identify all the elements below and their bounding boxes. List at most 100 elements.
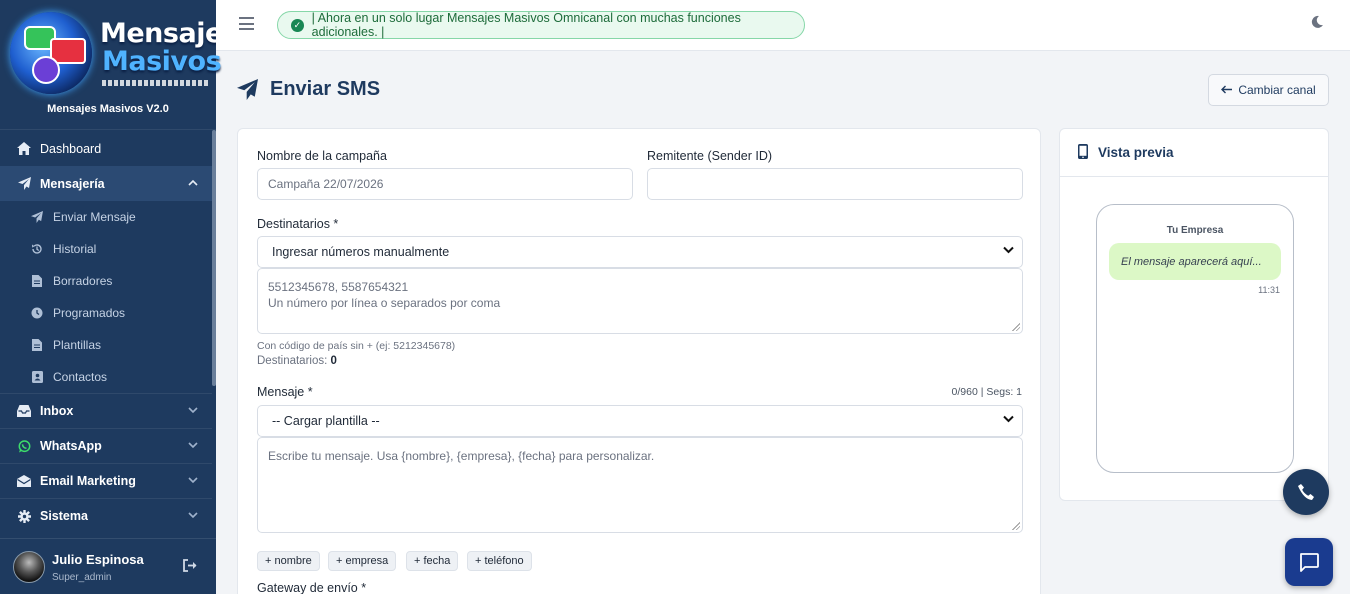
inbox-icon: [16, 403, 32, 419]
recipients-source-select[interactable]: Ingresar números manualmente: [257, 236, 1023, 268]
page-title: Enviar SMS: [237, 78, 380, 101]
recipients-label: Destinatarios *: [257, 217, 339, 231]
message-char-counter: 0/960 | Segs: 1: [951, 386, 1022, 398]
brand-version: Mensajes Masivos V2.0: [47, 103, 169, 115]
gateway-label: Gateway de envío *: [257, 581, 367, 594]
recipients-placeholder-line1: 5512345678, 5587654321: [268, 280, 409, 294]
change-channel-button[interactable]: Cambiar canal: [1208, 74, 1329, 106]
insert-empresa-chip[interactable]: + empresa: [328, 551, 397, 571]
sidebar-subitem-label: Borradores: [53, 274, 113, 288]
template-select-value: -- Cargar plantilla --: [272, 414, 380, 428]
sidebar-scrollbar[interactable]: [212, 130, 216, 386]
call-button[interactable]: [1283, 469, 1329, 515]
insert-telefono-chip[interactable]: + teléfono: [467, 551, 532, 571]
campaign-name-label: Nombre de la campaña: [257, 149, 387, 163]
phone-mockup: Tu Empresa El mensaje aparecerá aquí... …: [1096, 204, 1294, 473]
sidebar-subitem-label: Enviar Mensaje: [53, 210, 136, 224]
recipients-source-value: Ingresar números manualmente: [272, 245, 450, 259]
paper-plane-icon: [237, 78, 259, 101]
chevron-down-icon: [188, 475, 198, 487]
brand: Mensajes Masivos Mensajes Masivos V2.0: [0, 0, 239, 130]
clock-icon: [30, 306, 44, 320]
sidebar-item-label: Email Marketing: [40, 474, 136, 488]
sidebar-subitem-plantillas[interactable]: Plantillas: [0, 329, 212, 361]
sidebar-subitem-label: Historial: [53, 242, 97, 256]
sidebar-subitem-label: Contactos: [53, 370, 108, 384]
template-select[interactable]: -- Cargar plantilla --: [257, 405, 1023, 437]
sidebar-item-label: WhatsApp: [40, 439, 102, 453]
sender-id-label: Remitente (Sender ID): [647, 149, 773, 163]
preview-message-bubble: El mensaje aparecerá aquí...: [1109, 243, 1281, 280]
chevron-down-icon: [188, 405, 198, 417]
dark-mode-toggle-icon[interactable]: [1310, 15, 1324, 34]
whatsapp-icon: [16, 438, 32, 454]
sms-form-card: Nombre de la campaña Campaña 22/07/2026 …: [237, 128, 1041, 594]
user-name: Julio Espinosa: [52, 552, 144, 567]
preview-card: Vista previa Tu Empresa El mensaje apare…: [1059, 128, 1329, 501]
message-textarea[interactable]: Escribe tu mensaje. Usa {nombre}, {empre…: [257, 437, 1023, 533]
preview-header: Vista previa: [1060, 129, 1328, 177]
paper-plane-icon: [16, 176, 32, 192]
chat-widget-button[interactable]: [1285, 538, 1333, 586]
gear-icon: [16, 508, 32, 524]
mobile-phone-icon: [1078, 143, 1088, 162]
campaign-name-input[interactable]: Campaña 22/07/2026: [257, 168, 633, 200]
resize-grip-icon[interactable]: [1012, 323, 1020, 331]
sidebar-subitem-enviar-mensaje[interactable]: Enviar Mensaje: [0, 201, 212, 233]
sidebar-subitem-historial[interactable]: Historial: [0, 233, 212, 265]
sidebar-subitem-label: Plantillas: [53, 338, 102, 352]
recipients-textarea[interactable]: 5512345678, 5587654321 Un número por lín…: [257, 268, 1023, 334]
recipients-count-label: Destinatarios:: [257, 355, 328, 367]
logo-tagline: [102, 80, 208, 86]
sidebar-subitem-label: Programados: [53, 306, 126, 320]
sidebar-item-dashboard[interactable]: Dashboard: [0, 131, 212, 166]
file-icon: [30, 338, 44, 352]
logo-text-line2: Masivos: [102, 46, 222, 77]
page-title-text: Enviar SMS: [270, 78, 381, 100]
resize-grip-icon[interactable]: [1012, 522, 1020, 530]
history-icon: [30, 242, 44, 256]
announcement-banner: ✓ | Ahora en un solo lugar Mensajes Masi…: [277, 11, 805, 39]
logout-icon[interactable]: [183, 559, 198, 575]
chat-bubble-icon: [1300, 553, 1319, 572]
change-channel-label: Cambiar canal: [1238, 83, 1316, 97]
sidebar-subitem-contactos[interactable]: Contactos: [0, 361, 212, 393]
sender-id-input[interactable]: [647, 168, 1023, 200]
avatar[interactable]: [13, 551, 45, 583]
sidebar-item-mensajeria[interactable]: Mensajería: [0, 166, 212, 201]
insert-nombre-chip[interactable]: + nombre: [257, 551, 320, 571]
recipients-placeholder-line2: Un número por línea o separados por coma: [268, 296, 501, 310]
sidebar-item-sistema[interactable]: Sistema: [0, 498, 212, 533]
message-label: Mensaje *: [257, 385, 313, 399]
chevron-down-icon: [1003, 415, 1014, 426]
chevron-up-icon: [188, 177, 198, 189]
sidebar-subitem-borradores[interactable]: Borradores: [0, 265, 212, 297]
phone-icon: [32, 56, 60, 84]
paper-plane-icon: [30, 210, 44, 224]
logo[interactable]: Mensajes Masivos: [10, 12, 239, 94]
sidebar-subitem-programados[interactable]: Programados: [0, 297, 212, 329]
chevron-down-icon: [188, 510, 198, 522]
sidebar-item-whatsapp[interactable]: WhatsApp: [0, 428, 212, 463]
message-placeholder: Escribe tu mensaje. Usa {nombre}, {empre…: [268, 449, 655, 463]
sidebar-item-inbox[interactable]: Inbox: [0, 393, 212, 428]
preview-title: Vista previa: [1098, 145, 1174, 160]
home-icon: [16, 141, 32, 157]
country-code-hint: Con código de país sin + (ej: 5212345678…: [257, 340, 456, 352]
preview-company-name: Tu Empresa: [1166, 225, 1224, 236]
hamburger-menu-icon[interactable]: [239, 17, 254, 30]
insert-fecha-chip[interactable]: + fecha: [406, 551, 459, 571]
recipients-count: Destinatarios: 0: [257, 355, 337, 367]
sidebar-item-email-marketing[interactable]: Email Marketing: [0, 463, 212, 498]
arrow-left-icon: [1221, 83, 1233, 97]
sidebar: Mensajes Masivos Mensajes Masivos V2.0 D…: [0, 0, 239, 594]
phone-icon: [1298, 484, 1314, 500]
address-book-icon: [30, 370, 44, 384]
user-profile: Julio Espinosa Super_admin: [0, 538, 216, 594]
file-icon: [30, 274, 44, 288]
sidebar-item-label: Sistema: [40, 509, 88, 523]
sidebar-item-label: Mensajería: [40, 176, 105, 191]
envelope-open-icon: [16, 473, 32, 489]
logo-globe-icon: [10, 12, 92, 94]
chevron-down-icon: [1003, 246, 1014, 257]
